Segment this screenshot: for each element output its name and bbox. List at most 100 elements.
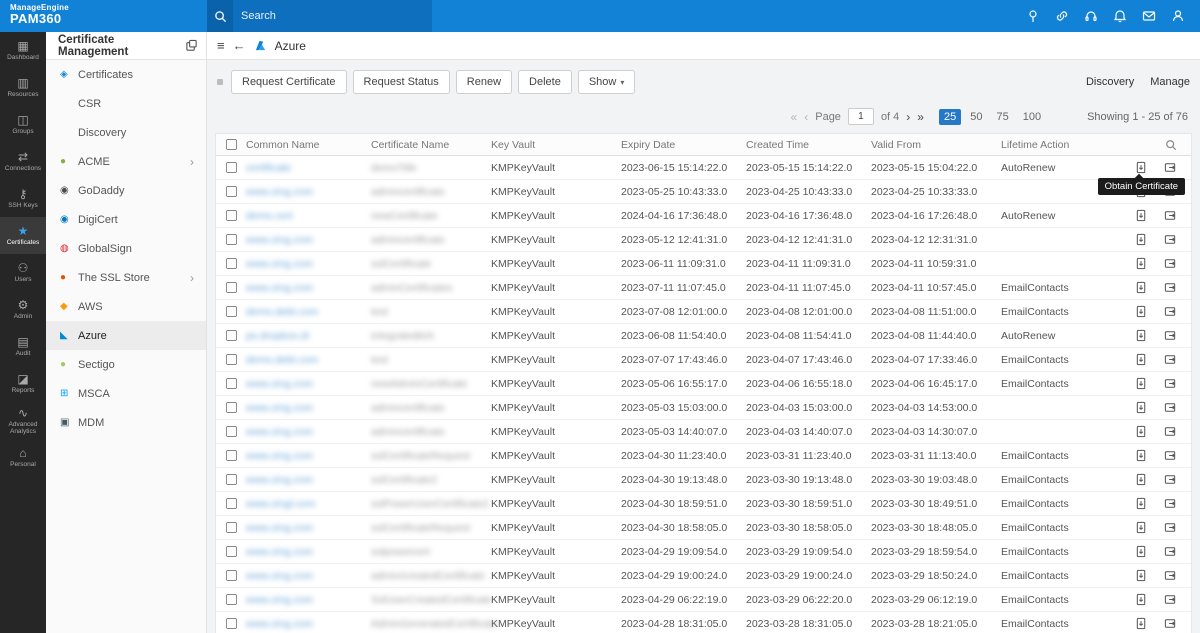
sidebar-item-aws[interactable]: ◆ AWS <box>46 292 206 321</box>
headset-icon[interactable] <box>1083 8 1099 24</box>
obtain-certificate-icon[interactable] <box>1135 377 1148 390</box>
common-name-link[interactable]: www.zing.com <box>246 426 313 438</box>
mail-icon[interactable] <box>1141 8 1157 24</box>
table-search-icon[interactable] <box>1165 139 1177 151</box>
show-dropdown[interactable]: Show ▾ <box>577 70 636 94</box>
common-name-link[interactable]: www.zing.com <box>246 522 313 534</box>
obtain-certificate-icon[interactable] <box>1135 233 1148 246</box>
obtain-certificate-icon[interactable] <box>1135 257 1148 270</box>
row-checkbox[interactable] <box>225 353 237 366</box>
common-name-link[interactable]: certificate <box>246 162 291 174</box>
export-certificate-icon[interactable] <box>1164 497 1177 510</box>
row-checkbox[interactable] <box>225 185 237 198</box>
rail-item-reports[interactable]: ◪ Reports <box>0 365 46 402</box>
row-checkbox[interactable] <box>225 521 237 534</box>
obtain-certificate-icon[interactable] <box>1135 353 1148 366</box>
page-size-option[interactable]: 100 <box>1018 109 1046 125</box>
obtain-certificate-icon[interactable] <box>1135 617 1148 630</box>
back-icon[interactable]: ← <box>233 38 246 53</box>
row-checkbox[interactable] <box>225 617 237 630</box>
rail-item-dashboard[interactable]: ▦ Dashboard <box>0 32 46 69</box>
export-certificate-icon[interactable] <box>1164 377 1177 390</box>
export-certificate-icon[interactable] <box>1164 281 1177 294</box>
grip-icon[interactable] <box>217 79 223 85</box>
export-certificate-icon[interactable] <box>1164 329 1177 342</box>
common-name-link[interactable]: www.zing.com <box>246 570 313 582</box>
row-checkbox[interactable] <box>225 497 237 510</box>
menu-icon[interactable]: ≡ <box>217 38 225 53</box>
export-certificate-icon[interactable] <box>1164 425 1177 438</box>
search-input[interactable] <box>233 0 432 32</box>
common-name-link[interactable]: www.zing.com <box>246 546 313 558</box>
page-size-option[interactable]: 50 <box>965 109 987 125</box>
obtain-certificate-icon[interactable] <box>1135 521 1148 534</box>
common-name-link[interactable]: www.zing.com <box>246 618 313 630</box>
popout-icon[interactable] <box>185 39 198 52</box>
row-checkbox[interactable] <box>225 425 237 438</box>
row-checkbox[interactable] <box>225 401 237 414</box>
row-checkbox[interactable] <box>225 281 237 294</box>
export-certificate-icon[interactable] <box>1164 473 1177 486</box>
rail-item-audit[interactable]: ▤ Audit <box>0 328 46 365</box>
rail-item-certificates[interactable]: ★ Certificates <box>0 217 46 254</box>
row-checkbox[interactable] <box>225 257 237 270</box>
prev-page-icon[interactable]: ‹ <box>804 110 808 124</box>
common-name-link[interactable]: www.zing.com <box>246 258 313 270</box>
select-all-checkbox[interactable] <box>225 138 237 151</box>
sidebar-item-acme[interactable]: ● ACME › <box>46 147 206 176</box>
export-certificate-icon[interactable] <box>1164 593 1177 606</box>
manage-link[interactable]: Manage <box>1150 76 1190 88</box>
common-name-link[interactable]: www.zingl.com <box>246 498 315 510</box>
obtain-certificate-icon[interactable] <box>1135 545 1148 558</box>
rail-item-ssh-keys[interactable]: ⚷ SSH Keys <box>0 180 46 217</box>
export-certificate-icon[interactable] <box>1164 161 1177 174</box>
sidebar-item-mdm[interactable]: ▣ MDM <box>46 408 206 437</box>
row-checkbox[interactable] <box>225 305 237 318</box>
row-checkbox[interactable] <box>225 233 237 246</box>
row-checkbox[interactable] <box>225 329 237 342</box>
obtain-certificate-icon[interactable] <box>1135 401 1148 414</box>
common-name-link[interactable]: www.zing.com <box>246 474 313 486</box>
rail-item-users[interactable]: ⚇ Users <box>0 254 46 291</box>
common-name-link[interactable]: www.zing.com <box>246 378 313 390</box>
first-page-icon[interactable]: « <box>791 110 798 124</box>
user-icon[interactable] <box>1170 8 1186 24</box>
common-name-link[interactable]: ps.dropbox.di <box>246 330 309 342</box>
bell-icon[interactable] <box>1112 8 1128 24</box>
common-name-link[interactable]: www.zing.com <box>246 402 313 414</box>
export-certificate-icon[interactable] <box>1164 305 1177 318</box>
sidebar-item-discovery[interactable]: Discovery <box>46 118 206 147</box>
sidebar-item-msca[interactable]: ⊞ MSCA <box>46 379 206 408</box>
row-checkbox[interactable] <box>225 473 237 486</box>
rail-item-connections[interactable]: ⇄ Connections <box>0 143 46 180</box>
next-page-icon[interactable]: › <box>906 110 910 124</box>
common-name-link[interactable]: www.zing.com <box>246 186 313 198</box>
sidebar-item-digicert[interactable]: ◉ DigiCert <box>46 205 206 234</box>
sidebar-item-globalsign[interactable]: ◍ GlobalSign <box>46 234 206 263</box>
page-number-input[interactable] <box>847 108 874 125</box>
delete-button[interactable]: Delete <box>518 70 572 94</box>
rail-item-personal[interactable]: ⌂ Personal <box>0 439 46 476</box>
export-certificate-icon[interactable] <box>1164 401 1177 414</box>
obtain-certificate-icon[interactable] <box>1135 161 1148 174</box>
sidebar-item-csr[interactable]: CSR <box>46 89 206 118</box>
export-certificate-icon[interactable] <box>1164 569 1177 582</box>
request-status-button[interactable]: Request Status <box>352 70 450 94</box>
request-certificate-button[interactable]: Request Certificate <box>231 70 347 94</box>
obtain-certificate-icon[interactable] <box>1135 329 1148 342</box>
last-page-icon[interactable]: » <box>917 110 924 124</box>
link-icon[interactable] <box>1054 8 1070 24</box>
sidebar-item-godaddy[interactable]: ◉ GoDaddy <box>46 176 206 205</box>
rail-item-groups[interactable]: ◫ Groups <box>0 106 46 143</box>
sidebar-item-certificates[interactable]: ◈ Certificates <box>46 60 206 89</box>
obtain-certificate-icon[interactable] <box>1135 497 1148 510</box>
row-checkbox[interactable] <box>225 161 237 174</box>
obtain-certificate-icon[interactable] <box>1135 473 1148 486</box>
rail-item-resources[interactable]: ▥ Resources <box>0 69 46 106</box>
obtain-certificate-icon[interactable] <box>1135 305 1148 318</box>
common-name-link[interactable]: demo.debt.com <box>246 306 318 318</box>
export-certificate-icon[interactable] <box>1164 209 1177 222</box>
sidebar-item-sectigo[interactable]: ● Sectigo <box>46 350 206 379</box>
sidebar-item-azure[interactable]: ◣ Azure <box>46 321 206 350</box>
common-name-link[interactable]: www.zing.com <box>246 594 313 606</box>
